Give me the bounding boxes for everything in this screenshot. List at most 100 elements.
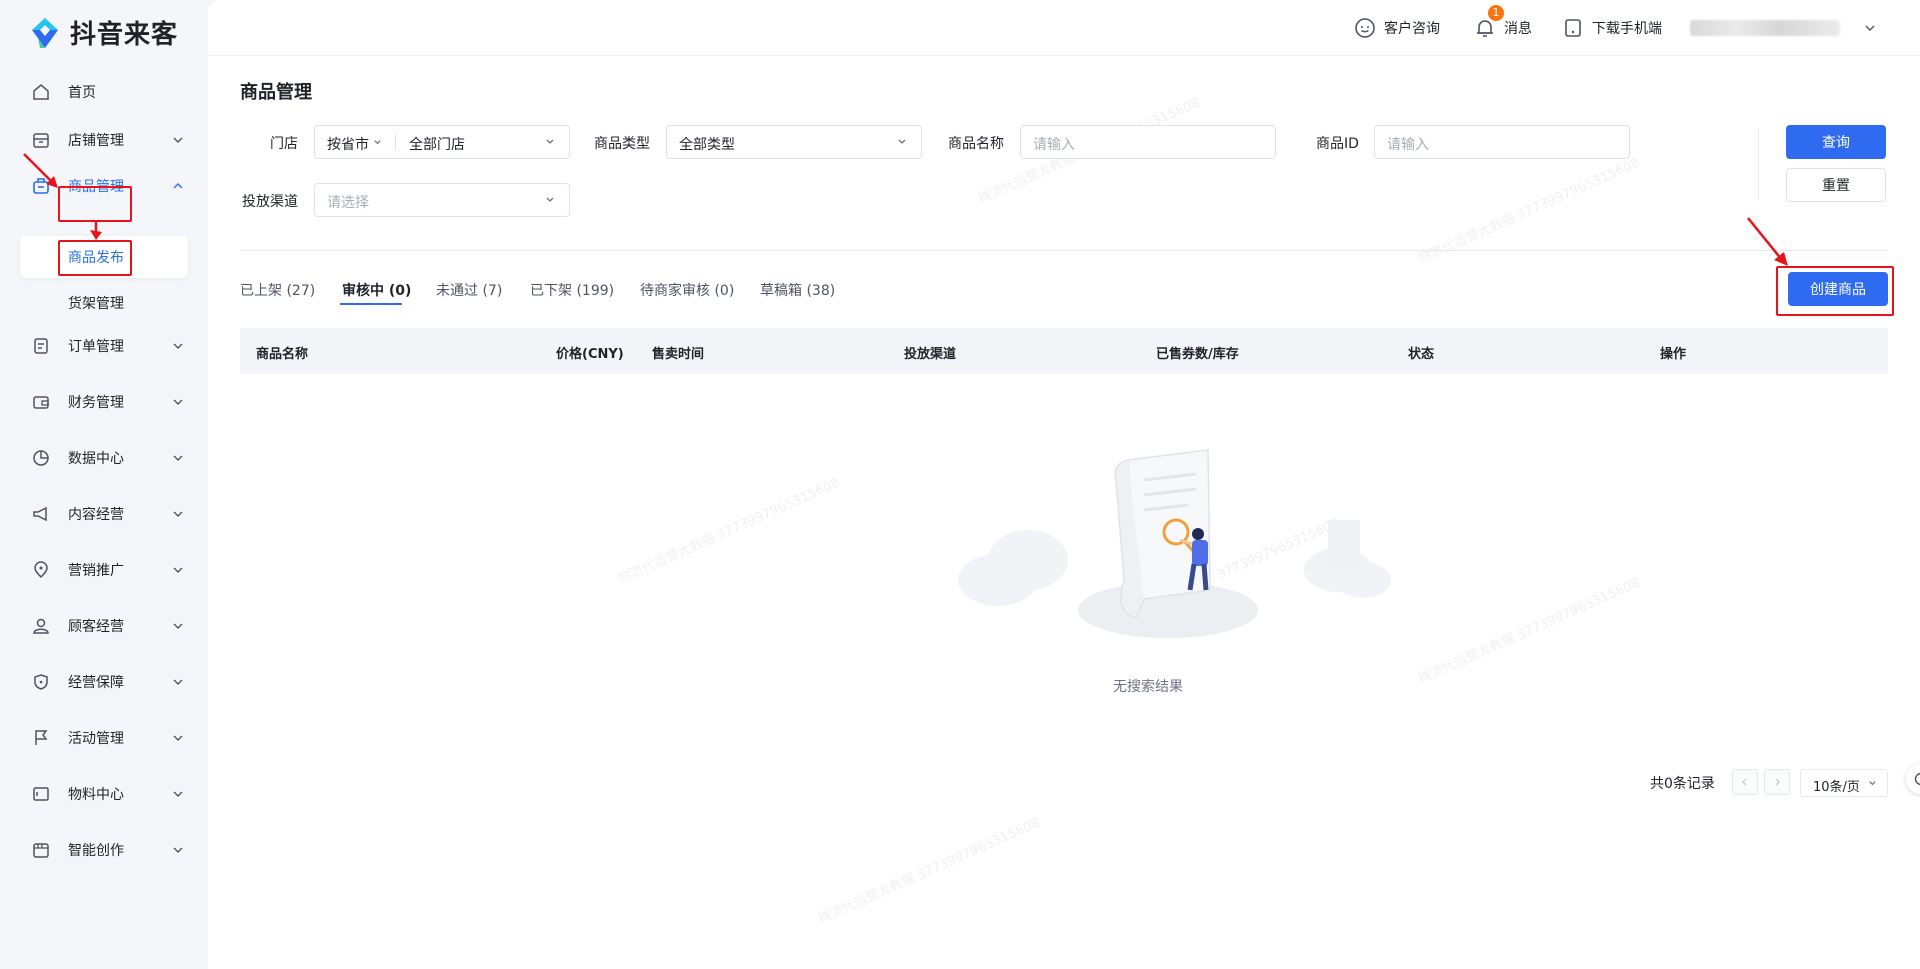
page-size-value: 10条/页 — [1813, 780, 1860, 795]
tab-drafts[interactable]: 草稿箱 (38) — [760, 280, 835, 300]
chevron-right-icon — [1775, 778, 1780, 786]
store-filter-label: 门店 — [270, 136, 298, 152]
user-icon — [33, 618, 49, 634]
empty-state-text: 无搜索结果 — [1113, 679, 1183, 695]
user-account-blurred[interactable] — [1690, 20, 1840, 36]
chevron-down-icon — [173, 735, 183, 741]
logo[interactable]: 抖音来客 — [28, 14, 178, 51]
sidebar-item-label: 活动管理 — [68, 731, 124, 747]
sidebar-item-finance[interactable]: 财务管理 — [20, 382, 190, 422]
column-header: 售卖时间 — [652, 347, 705, 362]
store-icon — [33, 133, 49, 148]
chevron-down-icon — [173, 679, 183, 685]
flag-icon — [35, 730, 48, 745]
material-icon — [33, 787, 49, 801]
chevron-up-icon — [173, 183, 183, 189]
query-button[interactable]: 查询 — [1786, 125, 1886, 159]
sidebar-item-guarantee[interactable]: 经营保障 — [20, 662, 190, 702]
product-name-placeholder: 请输入 — [1033, 137, 1075, 153]
sidebar-item-label: 顾客经营 — [68, 619, 124, 635]
chevron-down-icon — [173, 399, 183, 405]
sidebar-item-label: 店铺管理 — [68, 133, 124, 149]
store-region-value: 按省市 — [327, 137, 369, 153]
reset-button[interactable]: 重置 — [1786, 168, 1886, 202]
brand-logo-icon — [32, 17, 58, 48]
next-page-button[interactable] — [1764, 769, 1790, 795]
main-panel: 物流代运营大数据 3773997965315608 物流代运营大数据 37739… — [208, 0, 1920, 969]
account-chevron-down-icon[interactable] — [1864, 22, 1876, 34]
column-header: 已售券数/库存 — [1156, 347, 1239, 362]
channel-placeholder: 请选择 — [327, 195, 369, 211]
pagination-total: 共0条记录 — [1650, 776, 1715, 792]
type-value: 全部类型 — [679, 137, 735, 153]
chevron-down-icon — [173, 137, 183, 143]
chevron-down-icon — [898, 139, 906, 144]
shield-icon — [34, 674, 48, 690]
store-filter-select[interactable]: 按省市 全部门店 — [314, 125, 570, 159]
sidebar-item-content[interactable]: 内容经营 — [20, 494, 190, 534]
floating-help-button[interactable] — [1906, 764, 1920, 794]
sidebar-item-activity[interactable]: 活动管理 — [20, 718, 190, 758]
clapper-icon — [33, 843, 49, 858]
download-app-link[interactable]: 下载手机端 — [1562, 16, 1662, 40]
tab-rejected[interactable]: 未通过 (7) — [436, 280, 502, 300]
sidebar-item-label: 数据中心 — [68, 451, 124, 467]
download-app-label: 下载手机端 — [1592, 21, 1662, 37]
tab-under-review[interactable]: 审核中 (0) — [342, 280, 411, 300]
sidebar-subitem-shelf[interactable]: 货架管理 — [20, 282, 188, 324]
type-filter-label: 商品类型 — [594, 136, 650, 152]
id-filter-label: 商品ID — [1316, 136, 1359, 152]
chevron-down-icon — [173, 623, 183, 629]
channel-filter-label: 投放渠道 — [242, 194, 298, 210]
sidebar: 抖音来客 首页 店铺管理 商品管理 商品发布 货架管理 订单管理 财务管理 数据… — [0, 0, 206, 969]
order-icon — [34, 338, 48, 354]
type-filter-select[interactable]: 全部类型 — [666, 125, 922, 159]
annotation-arrow-icon — [90, 222, 102, 240]
active-tab-indicator — [340, 303, 402, 305]
sidebar-item-label: 智能创作 — [68, 843, 124, 859]
chevron-down-icon — [173, 343, 183, 349]
tab-off-shelf[interactable]: 已下架 (199) — [530, 280, 614, 300]
tab-on-shelf[interactable]: 已上架 (27) — [240, 280, 315, 300]
wallet-icon — [33, 396, 49, 409]
product-id-placeholder: 请输入 — [1387, 137, 1429, 153]
sidebar-item-order[interactable]: 订单管理 — [20, 326, 190, 366]
sidebar-item-label: 经营保障 — [68, 675, 124, 691]
chevron-down-icon — [374, 140, 381, 145]
page-title: 商品管理 — [240, 82, 312, 103]
annotation-box-create — [1776, 266, 1894, 316]
megaphone-icon — [33, 506, 47, 522]
chevron-down-icon — [173, 847, 183, 853]
sidebar-item-material[interactable]: 物料中心 — [20, 774, 190, 814]
sidebar-item-ai-create[interactable]: 智能创作 — [20, 830, 190, 870]
sidebar-item-label: 营销推广 — [68, 563, 124, 579]
topbar: 客户咨询 1 消息 下载手机端 — [208, 0, 1920, 56]
channel-filter-select[interactable]: 请选择 — [314, 183, 570, 217]
column-header: 操作 — [1660, 347, 1687, 362]
customer-consult-label: 客户咨询 — [1384, 21, 1440, 37]
customer-consult-link[interactable]: 客户咨询 — [1354, 16, 1440, 40]
store-value: 全部门店 — [409, 137, 465, 153]
page-size-select[interactable]: 10条/页 — [1800, 769, 1888, 797]
filter-divider — [1758, 128, 1759, 200]
sidebar-subitem-label: 货架管理 — [68, 296, 124, 312]
tab-merchant-review[interactable]: 待商家审核 (0) — [640, 280, 734, 300]
chevron-down-icon — [546, 139, 554, 144]
sidebar-item-marketing[interactable]: 营销推广 — [20, 550, 190, 590]
annotation-box-publish — [58, 240, 132, 276]
sidebar-item-customer[interactable]: 顾客经营 — [20, 606, 190, 646]
sidebar-item-home[interactable]: 首页 — [20, 72, 190, 112]
chevron-down-icon — [546, 197, 554, 202]
prev-page-button[interactable] — [1732, 769, 1758, 795]
location-icon — [34, 561, 48, 579]
product-id-input[interactable]: 请输入 — [1374, 125, 1630, 159]
chevron-down-icon — [173, 511, 183, 517]
annotation-arrow-icon — [1747, 217, 1788, 266]
brand-name: 抖音来客 — [70, 20, 179, 50]
sidebar-item-data[interactable]: 数据中心 — [20, 438, 190, 478]
annotation-arrow-icon — [23, 153, 58, 188]
column-header: 商品名称 — [256, 347, 309, 362]
annotation-box-product-menu — [58, 186, 132, 222]
messages-link[interactable]: 1 消息 — [1474, 5, 1532, 40]
product-name-input[interactable]: 请输入 — [1020, 125, 1276, 159]
